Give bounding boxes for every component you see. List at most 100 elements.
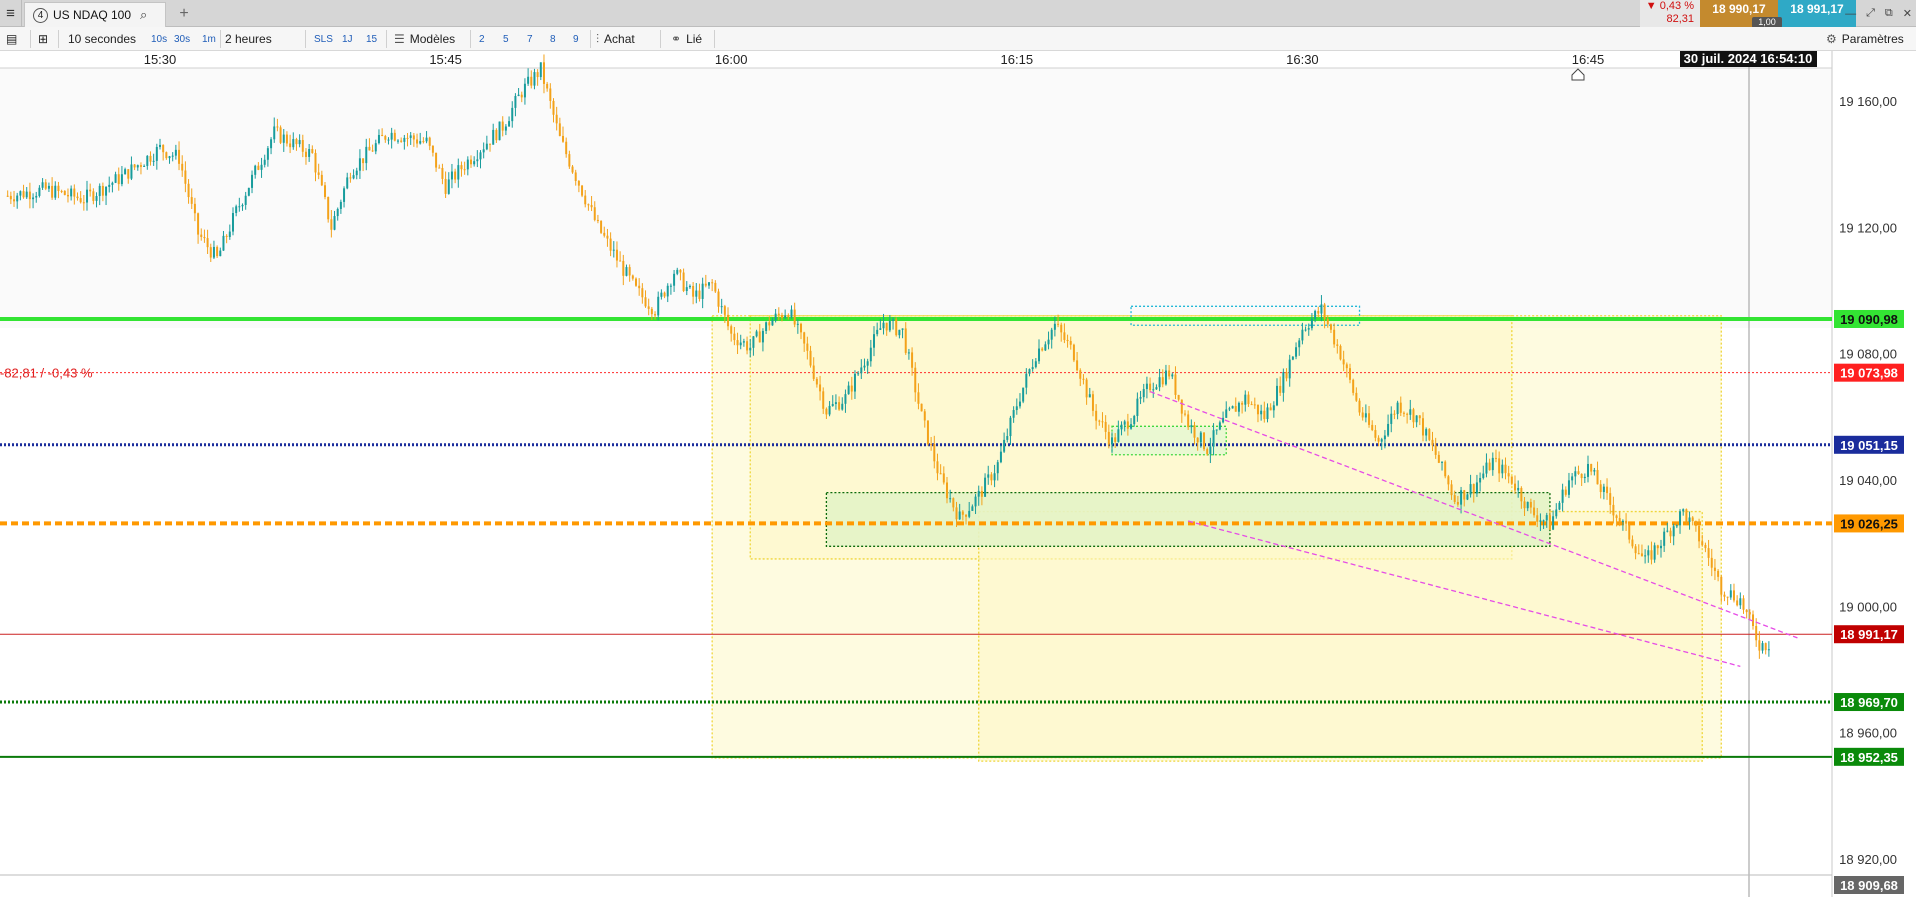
candle-body	[917, 392, 920, 404]
candle-body	[1529, 501, 1532, 508]
model-5[interactable]: 5	[503, 27, 509, 51]
candle-body	[304, 151, 307, 157]
model-2[interactable]: 2	[479, 27, 485, 51]
candle-body	[435, 152, 438, 168]
price-chart[interactable]: -82,81 / -0,43 % 19 090,98 19 073,98 19 05…	[0, 51, 1916, 897]
linked-button[interactable]: ⚭ Lié	[671, 27, 702, 51]
preset-30s[interactable]: 30s	[174, 27, 190, 51]
ask-price: 18 991,17	[1790, 2, 1844, 16]
candle-body	[1304, 329, 1307, 331]
change-points: 82,31	[1666, 13, 1694, 25]
candle-body	[1155, 387, 1158, 390]
preset-1m[interactable]: 1m	[202, 27, 216, 51]
range-1j[interactable]: 1J	[342, 27, 353, 51]
candle-body	[1729, 590, 1732, 598]
candle-body	[57, 185, 60, 191]
change-percent: ▼ 0,43 %	[1645, 0, 1694, 12]
hamburger-menu-icon[interactable]: ≡	[0, 0, 22, 27]
change-note: -82,81 / -0,43 %	[0, 366, 93, 381]
model-8[interactable]: 8	[550, 27, 556, 51]
layout-icon[interactable]: ⊞	[38, 27, 48, 51]
candle-body	[688, 285, 691, 288]
search-icon[interactable]: ⌕	[140, 7, 147, 23]
candle-body	[771, 320, 774, 326]
candle-body	[1050, 329, 1053, 340]
candle-body	[1650, 550, 1653, 560]
candle-body	[324, 185, 327, 197]
candle-body	[1101, 421, 1104, 423]
candle-body	[124, 169, 127, 175]
candle-body	[787, 315, 790, 317]
range-select[interactable]: 2 heures	[225, 27, 272, 51]
candle-body	[1276, 385, 1279, 406]
settings-button[interactable]: ⚙ Paramètres	[1826, 27, 1904, 51]
candle-body	[1215, 429, 1218, 431]
detach-icon[interactable]: ⧉	[1885, 7, 1893, 20]
candle-body	[1256, 404, 1259, 415]
candle-body	[1583, 476, 1586, 479]
candle-body	[711, 282, 714, 284]
candle-body	[489, 143, 492, 145]
chart-canvas[interactable]: -82,81 / -0,43 % 19 090,98 19 073,98 19 05…	[0, 51, 1916, 897]
list-icon[interactable]: ▤	[6, 27, 17, 51]
candle-body	[815, 378, 818, 385]
candle-body	[1469, 484, 1472, 495]
candle-body	[1177, 394, 1180, 400]
candle-body	[270, 139, 273, 149]
price-tick-label: 19 160,00	[1839, 94, 1897, 109]
candle-body	[1723, 594, 1726, 597]
model-7[interactable]: 7	[527, 27, 533, 51]
candle-body	[1069, 341, 1072, 345]
model-9[interactable]: 9	[573, 27, 579, 51]
candle-body	[1120, 424, 1123, 430]
candle-body	[1659, 545, 1662, 549]
tab-number: 4	[33, 7, 48, 23]
interval-select[interactable]: 10 secondes	[68, 27, 136, 51]
candle-body	[1269, 407, 1272, 411]
candle-body	[625, 267, 628, 276]
candle-body	[530, 76, 533, 86]
candle-body	[841, 403, 844, 410]
candle-body	[828, 405, 831, 415]
sliders-icon: ☰	[394, 32, 405, 46]
candle-body	[197, 213, 200, 235]
candle-body	[1161, 377, 1164, 385]
candle-body	[1203, 432, 1206, 450]
candle-body	[139, 165, 142, 167]
models-button[interactable]: ☰ Modèles	[394, 27, 455, 51]
candle-body	[257, 165, 260, 170]
minimize-icon[interactable]: —	[1845, 8, 1856, 20]
candle-body	[968, 510, 971, 517]
preset-10s[interactable]: 10s	[151, 27, 167, 51]
candle-body	[965, 514, 968, 517]
candle-body	[1571, 476, 1574, 481]
candle-body	[327, 196, 330, 220]
candle-body	[1663, 531, 1666, 546]
instrument-tab[interactable]: 4 US NDAQ 100 ⌕	[24, 2, 166, 27]
candle-body	[1168, 370, 1171, 377]
candle-body	[1710, 557, 1713, 568]
candle-body	[533, 72, 536, 86]
candle-body	[904, 328, 907, 353]
buy-order-button[interactable]: ⫶ Achat	[596, 27, 635, 51]
range-sls[interactable]: SLS	[314, 27, 333, 51]
candle-body	[1190, 425, 1193, 428]
candle-body	[1272, 405, 1275, 411]
candle-body	[850, 385, 853, 392]
candle-body	[1310, 318, 1313, 329]
candle-body	[873, 334, 875, 348]
range-15[interactable]: 15	[366, 27, 377, 51]
candle-body	[780, 315, 783, 318]
add-tab-icon[interactable]: +	[172, 3, 196, 25]
candle-body	[1149, 383, 1152, 391]
candle-body	[38, 187, 41, 196]
expand-icon[interactable]: ⤢	[1866, 7, 1875, 20]
candle-body	[295, 139, 298, 145]
close-icon[interactable]: ✕	[1903, 7, 1912, 20]
candle-body	[1666, 530, 1669, 532]
candle-body	[390, 132, 393, 140]
candles-icon: ⫶	[596, 31, 600, 46]
candle-body	[457, 165, 460, 180]
candle-body	[739, 342, 742, 346]
price-level-tag-text: 19 073,98	[1840, 366, 1898, 381]
